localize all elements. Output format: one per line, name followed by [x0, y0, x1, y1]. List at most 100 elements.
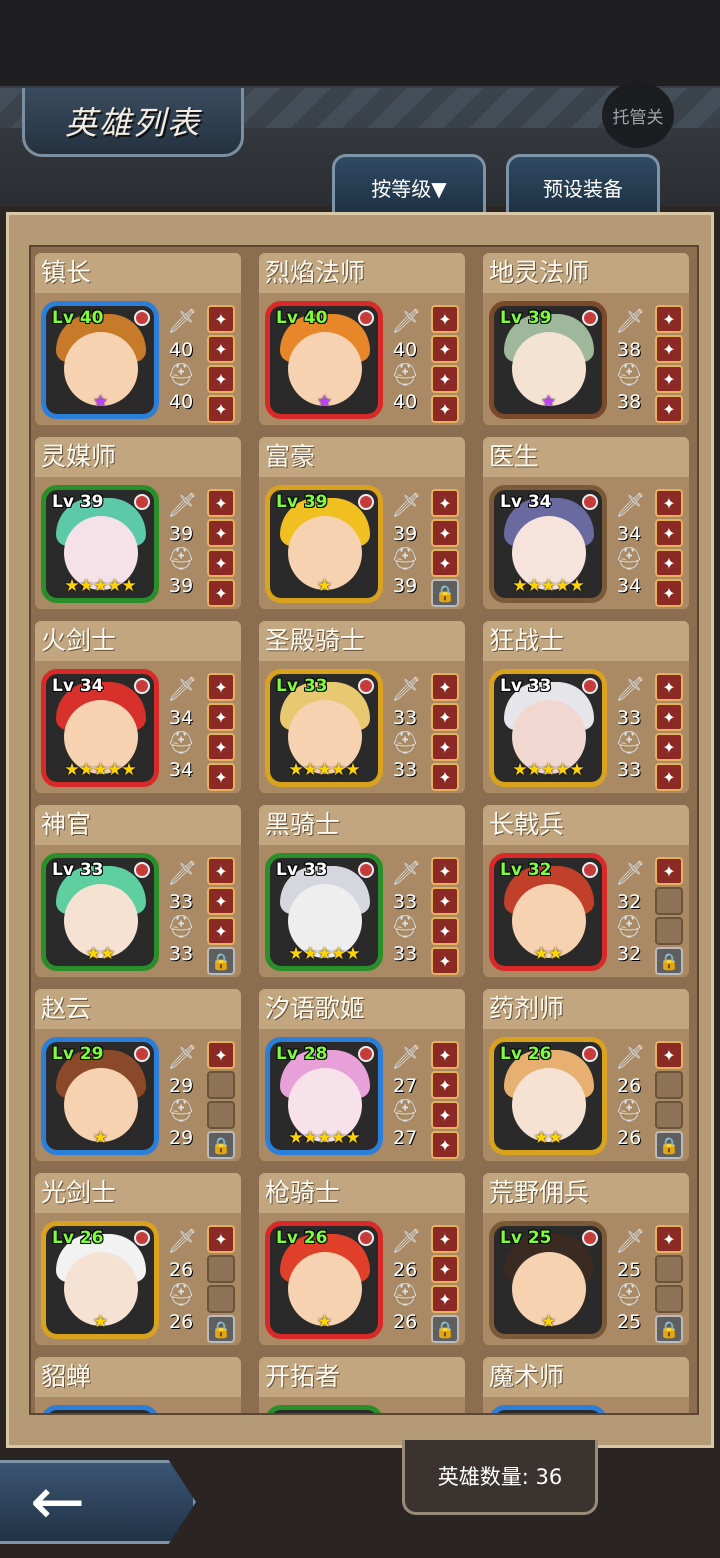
equipment-slot[interactable]: ✦	[207, 395, 235, 423]
empty-slot[interactable]	[655, 1255, 683, 1283]
equipment-slot[interactable]: ✦	[431, 395, 459, 423]
hero-card[interactable]: 火剑士 Lv 34 ★★★★★ 🗡 34 ⛑ 34 ✦ ✦ ✦ ✦	[35, 621, 241, 793]
equipment-slot[interactable]: ✦	[655, 579, 683, 607]
empty-slot[interactable]	[207, 1101, 235, 1129]
equipment-slot[interactable]: ✦	[431, 673, 459, 701]
hero-portrait[interactable]	[265, 1405, 383, 1413]
equipment-slot[interactable]: ✦	[431, 917, 459, 945]
equipment-slot[interactable]: ✦	[207, 763, 235, 791]
equipment-slot[interactable]: ✦	[431, 1255, 459, 1283]
equipment-slot[interactable]: ✦	[655, 305, 683, 333]
equipment-slot[interactable]: ✦	[207, 579, 235, 607]
equipment-slot[interactable]: ✦	[431, 763, 459, 791]
back-button[interactable]: ←	[0, 1460, 196, 1544]
hero-card[interactable]: 汐语歌姬 Lv 28 ★★★★★ 🗡 27 ⛑ 27 ✦ ✦ ✦ ✦	[259, 989, 465, 1161]
equipment-slot[interactable]: ✦	[655, 673, 683, 701]
equipment-slot[interactable]: ✦	[655, 519, 683, 547]
empty-slot[interactable]	[207, 1255, 235, 1283]
hero-portrait[interactable]: Lv 39 ★	[265, 485, 383, 603]
equipment-slot[interactable]: ✦	[431, 1131, 459, 1159]
equipment-slot[interactable]: ✦	[431, 887, 459, 915]
hero-portrait[interactable]: Lv 33 ★★★★★	[265, 853, 383, 971]
equipment-slot[interactable]: ✦	[207, 887, 235, 915]
hero-card[interactable]: 富豪 Lv 39 ★ 🗡 39 ⛑ 39 ✦ ✦ ✦ 🔒	[259, 437, 465, 609]
empty-slot[interactable]	[655, 1101, 683, 1129]
equipment-slot[interactable]: ✦	[655, 335, 683, 363]
equipment-slot[interactable]: ✦	[431, 335, 459, 363]
hero-card[interactable]: 地灵法师 Lv 39 ★ 🗡 38 ⛑ 38 ✦ ✦ ✦ ✦	[483, 253, 689, 425]
equipment-slot[interactable]: ✦	[655, 1225, 683, 1253]
hero-portrait[interactable]: Lv 40 ★	[41, 301, 159, 419]
hero-portrait[interactable]: Lv 34 ★★★★★	[41, 669, 159, 787]
equipment-slot[interactable]: ✦	[207, 917, 235, 945]
equipment-slot[interactable]: ✦	[207, 673, 235, 701]
locked-slot-icon[interactable]: 🔒	[655, 947, 683, 975]
hero-portrait[interactable]: Lv 32 ★★	[489, 853, 607, 971]
empty-slot[interactable]	[207, 1071, 235, 1099]
empty-slot[interactable]	[655, 887, 683, 915]
equipment-slot[interactable]: ✦	[207, 305, 235, 333]
hero-card[interactable]: 赵云 Lv 29 ★ 🗡 29 ⛑ 29 ✦ 🔒	[35, 989, 241, 1161]
hero-portrait[interactable]: Lv 26 ★	[265, 1221, 383, 1339]
hero-card[interactable]: 长戟兵 Lv 32 ★★ 🗡 32 ⛑ 32 ✦ 🔒	[483, 805, 689, 977]
equipment-slot[interactable]: ✦	[207, 365, 235, 393]
hero-portrait[interactable]	[489, 1405, 607, 1413]
locked-slot-icon[interactable]: 🔒	[207, 1315, 235, 1343]
equipment-slot[interactable]: ✦	[431, 365, 459, 393]
hero-card[interactable]: 开拓者	[259, 1357, 465, 1413]
hero-portrait[interactable]: Lv 26 ★	[41, 1221, 159, 1339]
hero-card[interactable]: 医生 Lv 34 ★★★★★ 🗡 34 ⛑ 34 ✦ ✦ ✦ ✦	[483, 437, 689, 609]
equipment-slot[interactable]: ✦	[431, 1041, 459, 1069]
hero-card[interactable]: 光剑士 Lv 26 ★ 🗡 26 ⛑ 26 ✦ 🔒	[35, 1173, 241, 1345]
equipment-slot[interactable]: ✦	[207, 549, 235, 577]
hero-card[interactable]: 魔术师	[483, 1357, 689, 1413]
equipment-slot[interactable]: ✦	[655, 733, 683, 761]
equipment-slot[interactable]: ✦	[655, 395, 683, 423]
hero-card[interactable]: 荒野佣兵 Lv 25 ★ 🗡 25 ⛑ 25 ✦ 🔒	[483, 1173, 689, 1345]
equipment-slot[interactable]: ✦	[207, 857, 235, 885]
hero-grid[interactable]: 镇长 Lv 40 ★ 🗡 40 ⛑ 40 ✦ ✦ ✦ ✦ 烈焰法师 Lv 40 ★ 🗡 40 ⛑ 40…	[29, 245, 699, 1415]
equipment-slot[interactable]: ✦	[431, 703, 459, 731]
equipment-slot[interactable]: ✦	[431, 1071, 459, 1099]
hero-portrait[interactable]: Lv 28 ★★★★★	[265, 1037, 383, 1155]
hero-portrait[interactable]: Lv 33 ★★★★★	[265, 669, 383, 787]
equipment-slot[interactable]: ✦	[655, 703, 683, 731]
locked-slot-icon[interactable]: 🔒	[655, 1315, 683, 1343]
hero-card[interactable]: 枪骑士 Lv 26 ★ 🗡 26 ⛑ 26 ✦ ✦ ✦ 🔒	[259, 1173, 465, 1345]
hero-card[interactable]: 圣殿骑士 Lv 33 ★★★★★ 🗡 33 ⛑ 33 ✦ ✦ ✦ ✦	[259, 621, 465, 793]
equipment-slot[interactable]: ✦	[655, 365, 683, 393]
equipment-slot[interactable]: ✦	[207, 733, 235, 761]
equipment-slot[interactable]: ✦	[431, 1101, 459, 1129]
locked-slot-icon[interactable]: 🔒	[207, 1131, 235, 1159]
equipment-slot[interactable]: ✦	[431, 733, 459, 761]
locked-slot-icon[interactable]: 🔒	[655, 1131, 683, 1159]
equipment-slot[interactable]: ✦	[655, 489, 683, 517]
equipment-slot[interactable]: ✦	[431, 1285, 459, 1313]
hero-portrait[interactable]	[41, 1405, 159, 1413]
equipment-slot[interactable]: ✦	[655, 549, 683, 577]
equipment-slot[interactable]: ✦	[207, 703, 235, 731]
equipment-slot[interactable]: ✦	[207, 489, 235, 517]
equipment-slot[interactable]: ✦	[431, 305, 459, 333]
hero-card[interactable]: 神官 Lv 33 ★★ 🗡 33 ⛑ 33 ✦ ✦ ✦ 🔒	[35, 805, 241, 977]
equipment-slot[interactable]: ✦	[431, 549, 459, 577]
preset-equipment-tab[interactable]: 预设装备	[506, 154, 660, 217]
equipment-slot[interactable]: ✦	[655, 857, 683, 885]
hero-portrait[interactable]: Lv 34 ★★★★★	[489, 485, 607, 603]
locked-slot-icon[interactable]: 🔒	[431, 579, 459, 607]
empty-slot[interactable]	[655, 917, 683, 945]
hero-portrait[interactable]: Lv 26 ★★	[489, 1037, 607, 1155]
equipment-slot[interactable]: ✦	[655, 1041, 683, 1069]
hero-portrait[interactable]: Lv 39 ★★★★★	[41, 485, 159, 603]
empty-slot[interactable]	[655, 1071, 683, 1099]
sort-by-level-tab[interactable]: 按等级▼	[332, 154, 486, 217]
hero-card[interactable]: 药剂师 Lv 26 ★★ 🗡 26 ⛑ 26 ✦ 🔒	[483, 989, 689, 1161]
empty-slot[interactable]	[655, 1285, 683, 1313]
equipment-slot[interactable]: ✦	[431, 489, 459, 517]
equipment-slot[interactable]: ✦	[207, 519, 235, 547]
hero-portrait[interactable]: Lv 33 ★★	[41, 853, 159, 971]
equipment-slot[interactable]: ✦	[207, 1041, 235, 1069]
hero-card[interactable]: 貂蝉	[35, 1357, 241, 1413]
empty-slot[interactable]	[207, 1285, 235, 1313]
hero-portrait[interactable]: Lv 33 ★★★★★	[489, 669, 607, 787]
